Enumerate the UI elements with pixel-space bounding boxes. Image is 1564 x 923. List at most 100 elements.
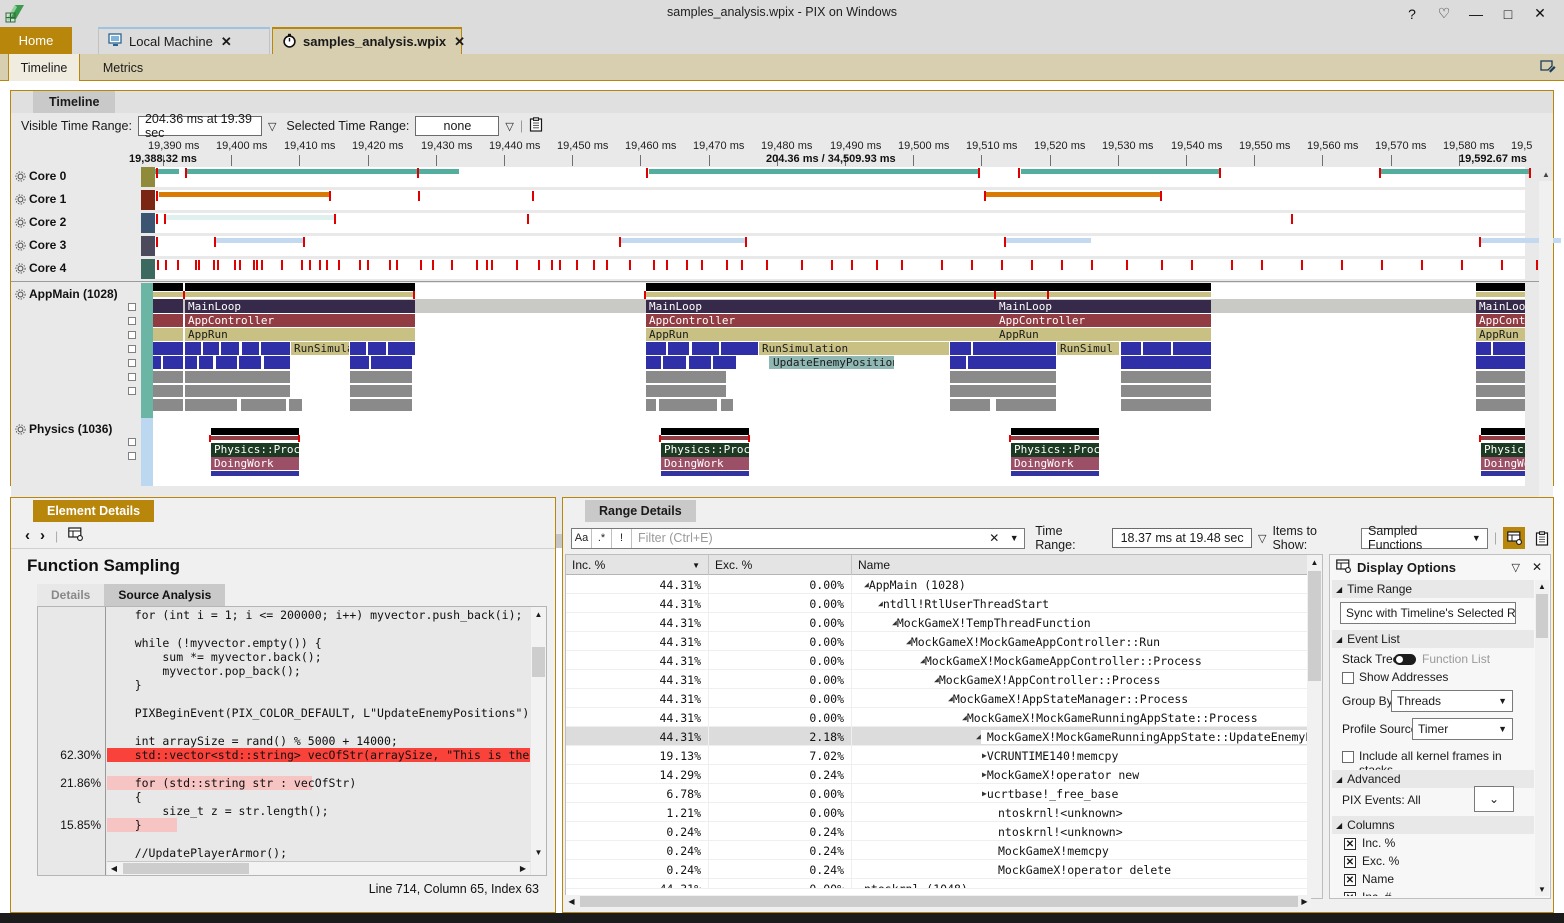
doc-tab-local-machine[interactable]: Local Machine ✕ [98,27,270,54]
table-row[interactable]: 44.31% 0.00% ◢ MockGameX!TempThreadFunct… [566,613,1322,632]
filter-input[interactable]: Filter (Ctrl+E) [632,531,984,545]
table-row[interactable]: 44.31% 0.00% ntoskrnl (1048) [566,879,1322,889]
scroll-up-icon[interactable]: ▲ [1539,167,1553,181]
row-expand-checkbox[interactable] [128,303,136,311]
scrollbar-thumb[interactable] [123,863,249,874]
time-range-dropdown-icon[interactable]: ▽ [1258,532,1266,545]
nav-next-icon[interactable]: › [40,527,45,544]
row-expand-checkbox[interactable] [128,452,136,460]
close-icon[interactable]: ✕ [1532,560,1542,574]
show-addresses-checkbox[interactable] [1342,672,1354,684]
tab-source-analysis[interactable]: Source Analysis [104,584,226,606]
event-apprun[interactable]: AppRun [185,328,415,341]
time-range-mode-select[interactable]: Sync with Timeline's Selected Rar ▼ [1340,602,1516,624]
clear-filter-icon[interactable]: ✕ [984,531,1004,545]
column-toggle-inc-count[interactable]: ✕ [1344,892,1356,896]
timeline-panel-tab[interactable]: Timeline [33,91,116,113]
lane-track[interactable] [141,190,1525,210]
source-vertical-scrollbar[interactable]: ▲ ▼ [531,607,546,875]
doc-tab-samples-analysis[interactable]: samples_analysis.wpix ✕ [272,27,465,54]
copy-to-clipboard-button[interactable] [1531,527,1553,549]
event-apprun[interactable]: AppRun [996,328,1211,341]
match-case-button[interactable]: Aa [572,528,592,548]
lane-core-0[interactable]: Core 0 [11,167,1539,187]
negate-filter-button[interactable]: ! [612,528,632,548]
tab-timeline[interactable]: Timeline [8,54,80,81]
event-appcontroller[interactable]: AppController [646,314,1049,327]
table-row[interactable]: 44.31% 0.00% ◢ MockGameX!MockGameRunning… [566,708,1322,727]
scroll-down-icon[interactable]: ▼ [531,845,546,859]
scroll-right-icon[interactable]: ▶ [1298,895,1311,908]
grid-vertical-scrollbar[interactable]: ▲ [1307,555,1322,898]
edit-note-icon[interactable] [1540,59,1556,75]
feedback-button[interactable]: ♡ [1428,0,1460,27]
visible-time-range-input[interactable]: 204.36 ms at 19.39 sec [137,112,262,140]
event-mainloop[interactable]: MainLoop [996,300,1211,313]
row-expand-checkbox[interactable] [128,345,136,353]
event-apprun[interactable]: AppRun [646,328,1049,341]
table-row-selected[interactable]: 44.31% 2.18% ◢ MockGameX!MockGameRunning… [566,727,1322,746]
column-header-inc-pct[interactable]: Inc. % ▼ [566,555,709,575]
scroll-right-icon[interactable]: ▶ [516,862,530,875]
event-mainloop[interactable]: MainLoop [646,300,1049,313]
table-row[interactable]: 44.31% 0.00% ◢ MockGameX!MockGameAppCont… [566,632,1322,651]
scroll-up-icon[interactable]: ▲ [531,607,546,621]
event-mainloop[interactable]: MainLoop [1476,300,1525,313]
scrollbar-thumb[interactable] [1308,571,1321,681]
column-toggle-inc-pct[interactable]: ✕ [1344,838,1356,850]
row-expand-checkbox[interactable] [128,317,136,325]
event-updateenemypositions[interactable]: UpdateEnemyPositions [769,356,894,369]
lane-track[interactable] [141,167,1531,187]
event-appcontroller[interactable]: AppController [996,314,1211,327]
close-icon[interactable]: ✕ [454,34,465,50]
column-header-name[interactable]: Name [852,555,1309,575]
items-to-show-select[interactable]: Sampled Functions ▼ [1361,524,1488,552]
scroll-down-icon[interactable]: ▼ [1535,883,1549,896]
row-expand-checkbox[interactable] [128,438,136,446]
table-row[interactable]: 44.31% 0.00% ◢ MockGameX!AppController::… [566,670,1322,689]
timeline-vertical-scrollbar[interactable]: ▲ ▼ [1539,167,1553,534]
timeline-ruler[interactable]: 19,390 ms 19,400 ms 19,410 ms 19,420 ms … [11,139,1553,167]
event-apprun[interactable]: AppRun [1476,328,1525,341]
table-row[interactable]: 0.24% 0.24% MockGameX!memcpy [566,841,1322,860]
selected-time-range-input[interactable]: none [415,116,500,136]
table-row[interactable]: 0.24% 0.24% ntoskrnl!<unknown> [566,822,1322,841]
event-physics-process[interactable]: Physics::Proce [661,443,749,457]
event-mainloop[interactable]: MainLoop [185,300,415,313]
tab-metrics[interactable]: Metrics [86,54,160,81]
range-details-tab[interactable]: Range Details [585,500,696,522]
scrollbar-thumb[interactable] [580,896,1298,907]
row-expand-checkbox[interactable] [128,373,136,381]
column-toggle-exc-pct[interactable]: ✕ [1344,856,1356,868]
table-row[interactable]: 44.31% 0.00% ◢ MockGameX!MockGameAppCont… [566,651,1322,670]
sampled-functions-grid[interactable]: Inc. % ▼ Exc. % Name 44.31% 0.00% ◢ AppM… [565,554,1323,899]
table-row[interactable]: 44.31% 0.00% ◢ ntdll!RtlUserThreadStart [566,594,1322,613]
group-by-select[interactable]: Threads ▼ [1391,690,1513,712]
collapse-icon[interactable]: ▽ [1512,561,1520,574]
lane-track[interactable] [141,236,1561,256]
display-options-scrollbar[interactable]: ▲ ▼ [1535,580,1549,896]
event-doingwork[interactable]: DoingWork [1011,457,1099,470]
table-row[interactable]: 19.13% 7.02% ▶ VCRUNTIME140!memcpy [566,746,1322,765]
source-analysis-view[interactable]: 62.30% 21.86% 15.85% for (int i = 1; i <… [37,606,547,876]
event-runsimulation[interactable]: RunSimulation [759,342,949,355]
event-physics-process[interactable]: Physics:: [1481,443,1525,457]
event-appcontroller[interactable]: AppController [185,314,415,327]
lane-track[interactable] [141,213,1525,233]
event-runsimulation[interactable]: RunSimul [1057,342,1119,355]
element-details-tab[interactable]: Element Details [33,500,155,522]
scroll-up-icon[interactable]: ▲ [1535,580,1549,593]
nav-prev-icon[interactable]: ‹ [25,527,30,544]
minimize-button[interactable]: — [1460,0,1492,27]
display-options-icon[interactable] [68,527,84,544]
source-horizontal-scrollbar[interactable]: ◀ ▶ [107,861,530,875]
maximize-button[interactable]: □ [1492,0,1524,27]
event-doingwork[interactable]: DoingWork [661,457,749,470]
lane-core-4[interactable]: Core 4 [11,259,1539,279]
event-runsimulation[interactable]: RunSimula [291,342,349,355]
table-row[interactable]: 1.21% 0.00% ntoskrnl!<unknown> [566,803,1322,822]
home-tab[interactable]: Home [0,27,72,54]
close-button[interactable]: ✕ [1524,0,1556,27]
group-time-range[interactable]: ◢ Time Range [1332,580,1534,598]
table-row[interactable]: 14.29% 0.24% ▶ MockGameX!operator new [566,765,1322,784]
